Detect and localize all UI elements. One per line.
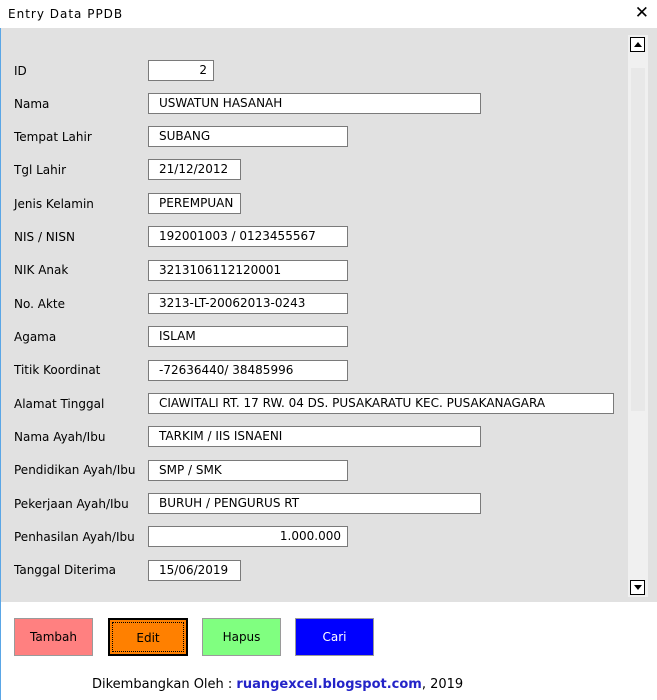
- scrollbar-thumb[interactable]: [631, 68, 645, 411]
- scroll-up-button[interactable]: [630, 37, 645, 52]
- label-titik-koordinat: Titik Koordinat: [14, 363, 101, 377]
- title-bar: Entry Data PPDB ✕: [0, 0, 657, 28]
- label-alamat-tinggal: Alamat Tinggal: [14, 397, 105, 411]
- label-pekerjaan-ayah-ibu: Pekerjaan Ayah/Ibu: [14, 497, 129, 511]
- arrow-down-icon: [634, 585, 642, 590]
- label-penghasilan-ayah-ibu: Penhasilan Ayah/Ibu: [14, 530, 135, 544]
- input-pekerjaan-ayah-ibu[interactable]: BURUH / PENGURUS RT: [148, 493, 481, 514]
- arrow-up-icon: [634, 42, 642, 47]
- input-titik-koordinat[interactable]: -72636440/ 38485996: [148, 360, 348, 381]
- input-id[interactable]: 2: [148, 60, 214, 81]
- label-nama-ayah-ibu: Nama Ayah/Ibu: [14, 430, 106, 444]
- vertical-scrollbar[interactable]: [628, 35, 648, 597]
- input-tgl-lahir[interactable]: 21/12/2012: [148, 159, 241, 180]
- label-nik-anak: NIK Anak: [14, 263, 69, 277]
- window-title: Entry Data PPDB: [8, 7, 124, 21]
- input-pendidikan-ayah-ibu[interactable]: SMP / SMK: [148, 460, 348, 481]
- input-agama[interactable]: ISLAM: [148, 326, 348, 347]
- label-nis-nisn: NIS / NISN: [14, 230, 75, 244]
- input-no-akte[interactable]: 3213-LT-20062013-0243: [148, 293, 348, 314]
- label-nama: Nama: [14, 97, 50, 111]
- form-panel: ID 2 Nama USWATUN HASANAH Tempat Lahir S…: [1, 28, 657, 602]
- scroll-down-button[interactable]: [630, 580, 645, 595]
- footer-prefix: Dikembangkan Oleh :: [92, 677, 237, 692]
- close-icon[interactable]: ✕: [635, 3, 649, 23]
- hapus-button[interactable]: Hapus: [202, 618, 281, 656]
- input-nik-anak[interactable]: 3213106112120001: [148, 260, 348, 281]
- input-nama[interactable]: USWATUN HASANAH: [148, 93, 481, 114]
- input-jenis-kelamin[interactable]: PEREMPUAN: [148, 193, 241, 214]
- label-id: ID: [14, 64, 27, 78]
- label-tempat-lahir: Tempat Lahir: [14, 130, 92, 144]
- input-penghasilan-ayah-ibu[interactable]: 1.000.000: [148, 526, 348, 547]
- footer-suffix: , 2019: [421, 677, 464, 692]
- input-nama-ayah-ibu[interactable]: TARKIM / IIS ISNAENI: [148, 426, 481, 447]
- footer-credit: Dikembangkan Oleh : ruangexcel.blogspot.…: [92, 677, 463, 692]
- edit-button[interactable]: Edit: [108, 618, 188, 656]
- label-jenis-kelamin: Jenis Kelamin: [14, 197, 94, 211]
- input-alamat-tinggal[interactable]: CIAWITALI RT. 17 RW. 04 DS. PUSAKARATU K…: [148, 393, 614, 414]
- cari-button[interactable]: Cari: [295, 618, 374, 656]
- label-tanggal-diterima: Tanggal Diterima: [14, 563, 117, 577]
- tambah-button[interactable]: Tambah: [14, 618, 93, 656]
- label-tgl-lahir: Tgl Lahir: [14, 163, 67, 177]
- footer-link[interactable]: ruangexcel.blogspot.com: [236, 677, 421, 692]
- input-tempat-lahir[interactable]: SUBANG: [148, 126, 348, 147]
- label-pendidikan-ayah-ibu: Pendidikan Ayah/Ibu: [14, 463, 136, 477]
- button-panel: Tambah Edit Hapus Cari Dikembangkan Oleh…: [1, 602, 554, 697]
- input-nis-nisn[interactable]: 192001003 / 0123455567: [148, 226, 348, 247]
- label-no-akte: No. Akte: [14, 297, 65, 311]
- input-tanggal-diterima[interactable]: 15/06/2019: [148, 560, 241, 581]
- label-agama: Agama: [14, 330, 57, 344]
